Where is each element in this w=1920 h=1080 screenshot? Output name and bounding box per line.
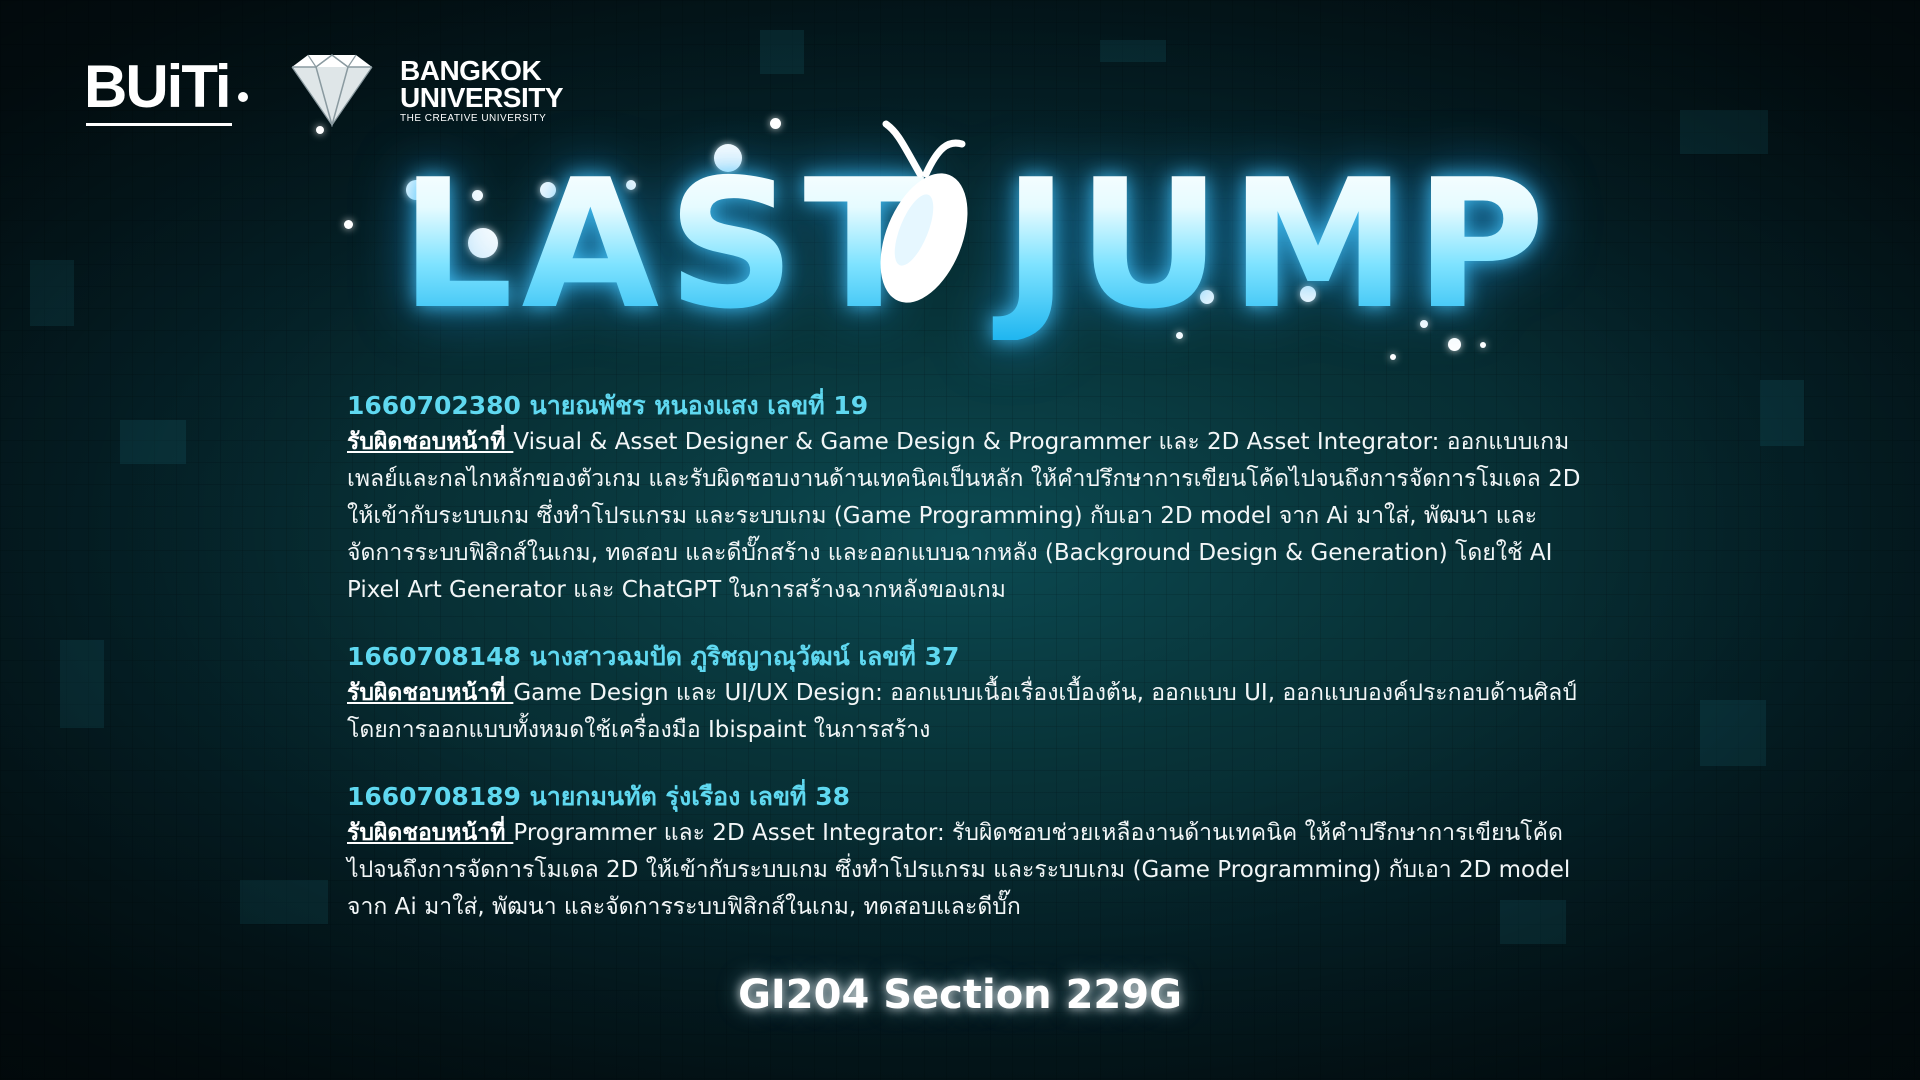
role-label: รับผิดชอบหน้าที่: [347, 680, 514, 706]
member-list: 1660702380 นายณพัชร หนองแสง เลขที่ 19 รั…: [347, 388, 1587, 956]
game-title-area: LAST JUMP: [316, 110, 1545, 370]
buiti-logo-dot: [238, 92, 248, 102]
course-section-label: GI204 Section 229G: [738, 972, 1182, 1018]
role-description: Programmer และ 2D Asset Integrator: รับผ…: [347, 820, 1571, 920]
role-description: Game Design และ UI/UX Design: ออกแบบเนื้…: [347, 680, 1577, 743]
buiti-logo-underline: [86, 123, 232, 126]
member-entry: 1660702380 นายณพัชร หนองแสง เลขที่ 19 รั…: [347, 388, 1587, 609]
member-description: รับผิดชอบหน้าที่ Game Design และ UI/UX D…: [347, 675, 1587, 749]
sparkle: [344, 220, 353, 229]
role-description: Visual & Asset Designer & Game Design & …: [347, 429, 1581, 603]
member-header: 1660708148 นางสาวฉมปัด ภูริชญาณุวัฒน์ เล…: [347, 642, 960, 671]
member-entry: 1660708189 นายกมนทัต รุ่งเรือง เลขที่ 38…: [347, 779, 1587, 926]
poster: BUiTi BANGKOK UNIVERSITY THE CREATIVE UN…: [0, 0, 1920, 1080]
buiti-logo-text: BUiTi: [84, 53, 232, 120]
role-label: รับผิดชอบหน้าที่: [347, 429, 514, 455]
buiti-logo: BUiTi: [84, 50, 254, 130]
member-header: 1660702380 นายณพัชร หนองแสง เลขที่ 19: [347, 391, 869, 420]
university-name-line1: BANGKOK: [400, 54, 542, 86]
mascot-icon: [880, 120, 968, 303]
role-label: รับผิดชอบหน้าที่: [347, 820, 514, 846]
university-name-line2: UNIVERSITY: [400, 81, 564, 113]
sparkle: [1390, 354, 1396, 360]
member-entry: 1660708148 นางสาวฉมปัด ภูริชญาณุวัฒน์ เล…: [347, 639, 1587, 749]
member-description: รับผิดชอบหน้าที่ Visual & Asset Designer…: [347, 424, 1587, 609]
member-header: 1660708189 นายกมนทัต รุ่งเรือง เลขที่ 38: [347, 782, 851, 811]
sparkle: [316, 126, 324, 134]
diamond-icon: [291, 54, 373, 127]
member-description: รับผิดชอบหน้าที่ Programmer และ 2D Asset…: [347, 815, 1587, 926]
sparkle: [770, 118, 781, 129]
